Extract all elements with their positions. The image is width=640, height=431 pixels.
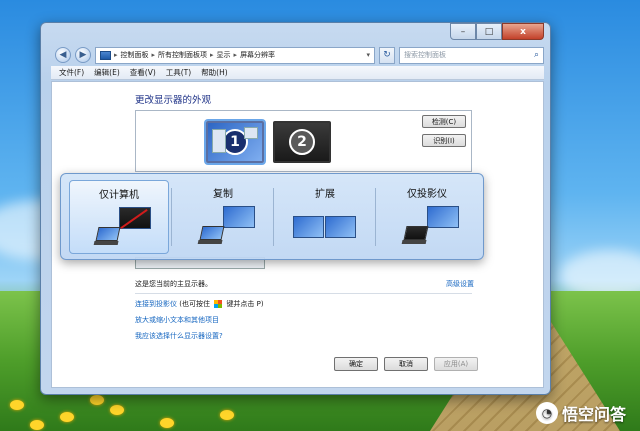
flower	[10, 400, 24, 410]
breadcrumb-separator: ▸	[151, 51, 156, 59]
refresh-icon[interactable]: ↻	[379, 46, 395, 64]
caption-buttons: – □ x	[450, 23, 544, 40]
screen-graphic	[293, 216, 324, 238]
extend-icon	[285, 204, 365, 248]
close-button[interactable]: x	[502, 23, 544, 40]
search-icon[interactable]: ⌕	[534, 50, 539, 60]
computer-only-icon	[79, 205, 159, 249]
option-divider	[273, 188, 274, 246]
windows-logo-icon	[214, 300, 223, 308]
option-label: 复制	[213, 189, 233, 200]
breadcrumb-separator: ▸	[210, 51, 214, 59]
flower	[110, 405, 124, 415]
watermark: ◔ 悟空问答	[535, 401, 626, 425]
apply-button[interactable]: 应用(A)	[434, 357, 478, 371]
control-panel-icon	[100, 50, 111, 60]
menu-view[interactable]: 查看(V)	[130, 67, 156, 78]
divider	[135, 293, 472, 294]
monitor-1[interactable]: 1	[206, 121, 264, 163]
duplicate-icon	[183, 204, 263, 248]
page-title: 更改显示器的外观	[135, 95, 212, 106]
breadcrumb-screen-resolution[interactable]: 屏幕分辨率	[240, 50, 275, 60]
menu-file[interactable]: 文件(F)	[59, 67, 84, 78]
cancel-button[interactable]: 取消	[384, 357, 428, 371]
projection-switcher: 仅计算机 复制 扩展 仅投影仪	[60, 173, 484, 260]
flower	[160, 418, 174, 428]
laptop-graphic	[199, 226, 225, 240]
menu-edit[interactable]: 编辑(E)	[94, 67, 120, 78]
text-size-link[interactable]: 放大或缩小文本和其他项目	[135, 315, 219, 325]
flower	[90, 395, 104, 405]
flower	[30, 420, 44, 430]
option-label: 仅计算机	[99, 190, 139, 201]
option-projector-only[interactable]: 仅投影仪	[377, 180, 477, 254]
option-divider	[171, 188, 172, 246]
search-placeholder: 搜索控制面板	[404, 51, 446, 59]
projector-only-icon	[387, 204, 467, 248]
forward-button[interactable]: ▶	[75, 47, 91, 63]
projector-hint-prefix: (也可按住	[179, 300, 210, 308]
projector-hint-suffix: 键并点击 P)	[226, 300, 264, 308]
ok-button[interactable]: 确定	[334, 357, 378, 371]
navigation-bar: ◀ ▶ ▸ 控制面板 ▸ 所有控制面板项 ▸ 显示 ▸ 屏幕分辨率 ▾ ↻ 搜索…	[55, 45, 544, 65]
search-input[interactable]: 搜索控制面板 ⌕	[399, 46, 544, 64]
laptop-off-graphic	[403, 226, 429, 240]
projector-link-row: 连接到投影仪 (也可按住 键并点击 P)	[135, 299, 264, 309]
breadcrumb-all-items[interactable]: 所有控制面板项	[158, 50, 207, 60]
screen-graphic	[223, 206, 255, 228]
option-label: 扩展	[315, 189, 335, 200]
breadcrumb-separator: ▸	[233, 51, 238, 59]
flower	[60, 412, 74, 422]
connect-projector-link[interactable]: 连接到投影仪	[135, 300, 177, 308]
back-button[interactable]: ◀	[55, 47, 71, 63]
detect-button[interactable]: 检测(C)	[422, 115, 466, 128]
monitor-number: 2	[289, 129, 315, 155]
menu-help[interactable]: 帮助(H)	[201, 67, 228, 78]
option-computer-only[interactable]: 仅计算机	[69, 180, 169, 254]
mini-window-graphic	[212, 129, 226, 153]
monitor-arrangement: 1 2 检测(C) 识别(I)	[135, 110, 472, 172]
identify-button[interactable]: 识别(I)	[422, 134, 466, 147]
breadcrumb-control-panel[interactable]: 控制面板	[121, 50, 149, 60]
display-settings-help-link[interactable]: 我应该选择什么显示器设置?	[135, 331, 223, 341]
flower	[220, 410, 234, 420]
option-divider	[375, 188, 376, 246]
address-bar[interactable]: ▸ 控制面板 ▸ 所有控制面板项 ▸ 显示 ▸ 屏幕分辨率 ▾	[95, 46, 375, 64]
option-label: 仅投影仪	[407, 189, 447, 200]
primary-display-text: 这是您当前的主显示器。	[135, 280, 212, 288]
monitor-2[interactable]: 2	[273, 121, 331, 163]
menu-bar: 文件(F) 编辑(E) 查看(V) 工具(T) 帮助(H)	[51, 66, 544, 80]
screen-graphic	[325, 216, 356, 238]
breadcrumb-separator: ▸	[114, 51, 118, 59]
maximize-button[interactable]: □	[476, 23, 502, 40]
watermark-text: 悟空问答	[561, 405, 626, 424]
option-duplicate[interactable]: 复制	[173, 180, 273, 254]
laptop-graphic	[95, 227, 121, 241]
menu-tools[interactable]: 工具(T)	[166, 67, 191, 78]
screen-graphic	[427, 206, 459, 228]
wukong-logo-icon: ◔	[535, 402, 558, 424]
address-dropdown-icon[interactable]: ▾	[366, 51, 370, 59]
option-extend[interactable]: 扩展	[275, 180, 375, 254]
minimize-button[interactable]: –	[450, 23, 476, 40]
screen-off-graphic	[119, 207, 151, 229]
mini-window-graphic	[244, 127, 258, 139]
advanced-settings-link[interactable]: 高级设置	[446, 279, 474, 289]
breadcrumb-display[interactable]: 显示	[217, 50, 231, 60]
